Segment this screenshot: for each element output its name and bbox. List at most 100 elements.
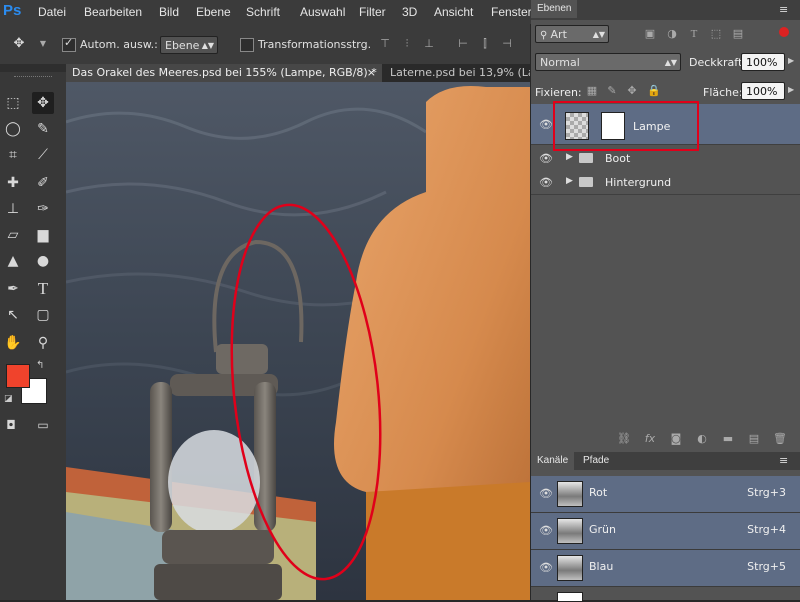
- new-group-icon[interactable]: ▬: [721, 432, 735, 446]
- transform-controls-label: Transformationsstrg.: [258, 38, 372, 51]
- align-vcenter-icon[interactable]: ⫶: [400, 37, 414, 51]
- link-layers-icon[interactable]: ⛓: [617, 432, 631, 446]
- eye-icon[interactable]: 👁: [539, 561, 553, 574]
- lantern-glass: [168, 430, 260, 534]
- eraser-tool-icon[interactable]: ▱: [2, 224, 24, 246]
- eye-icon[interactable]: 👁: [539, 524, 553, 537]
- quick-select-tool-icon[interactable]: ✎: [32, 118, 54, 140]
- panel-menu-icon[interactable]: ≡: [779, 3, 788, 16]
- align-left-icon[interactable]: ⊢: [456, 37, 470, 51]
- fill-input[interactable]: 100%: [741, 82, 785, 100]
- tab-laterne[interactable]: Laterne.psd bei 13,9% (Lam: [384, 64, 530, 82]
- tab-orakel[interactable]: Das Orakel des Meeres.psd bei 155% (Lamp…: [66, 64, 382, 82]
- blend-mode-dropdown[interactable]: Normal ▲▼: [535, 53, 681, 71]
- move-tool-preset-icon[interactable]: ✥: [12, 37, 26, 51]
- menu-datei[interactable]: Datei: [38, 5, 66, 19]
- swap-colors-icon[interactable]: ↰: [36, 360, 44, 371]
- filter-smart-object-icon[interactable]: ▤: [731, 27, 745, 41]
- screen-mode-icon[interactable]: ▭: [32, 414, 54, 436]
- menu-fenster[interactable]: Fenster: [491, 5, 532, 19]
- clone-stamp-tool-icon[interactable]: ⊥: [2, 198, 24, 220]
- lasso-tool-icon[interactable]: ◯: [2, 118, 24, 140]
- path-selection-tool-icon[interactable]: ↖: [2, 304, 24, 326]
- quick-mask-icon[interactable]: ◘: [0, 414, 22, 436]
- tab-kanaele[interactable]: Kanäle: [531, 452, 575, 470]
- lock-position-icon[interactable]: ✥: [625, 84, 639, 98]
- lock-label: Fixieren:: [535, 86, 582, 99]
- menu-filter[interactable]: Filter: [359, 5, 386, 19]
- align-hcenter-icon[interactable]: ⫿: [478, 37, 492, 51]
- layer-hintergrund[interactable]: 👁 ▶ Hintergrund: [531, 170, 800, 194]
- lock-image-icon[interactable]: ✎: [605, 84, 619, 98]
- expand-arrow-icon[interactable]: ▶: [566, 152, 573, 162]
- opacity-arrow-icon[interactable]: ▶: [788, 56, 794, 65]
- tab-pfade[interactable]: Pfade: [577, 452, 615, 470]
- opacity-input[interactable]: 100%: [741, 53, 785, 71]
- tab-ebenen[interactable]: Ebenen: [531, 0, 578, 18]
- marquee-tool-icon[interactable]: ⬚: [2, 92, 24, 114]
- channel-name: Rot: [589, 486, 608, 499]
- new-layer-icon[interactable]: ▤: [747, 432, 761, 446]
- eye-icon[interactable]: 👁: [539, 152, 553, 165]
- menu-ansicht[interactable]: Ansicht: [434, 5, 473, 19]
- channel-rot[interactable]: 👁 Rot Strg+3: [531, 476, 800, 513]
- menu-bearbeiten[interactable]: Bearbeiten: [84, 5, 142, 19]
- zoom-tool-icon[interactable]: ⚲: [32, 332, 54, 354]
- document-canvas[interactable]: [66, 82, 530, 600]
- align-top-icon[interactable]: ⊤: [378, 37, 392, 51]
- channel-blau[interactable]: 👁 Blau Strg+5: [531, 550, 800, 587]
- transform-controls-checkbox[interactable]: [240, 38, 254, 52]
- filter-type-icon[interactable]: T: [687, 27, 701, 41]
- chevron-down-icon[interactable]: ▼: [36, 37, 50, 51]
- channels-panel: Kanäle Pfade ≡ 👁 Rot Strg+3 👁 Grün Strg+…: [531, 452, 800, 602]
- gradient-tool-icon[interactable]: ▆: [32, 224, 54, 246]
- auto-select-dropdown[interactable]: Ebene ▲▼: [160, 36, 218, 54]
- lock-transparent-icon[interactable]: ▦: [585, 84, 599, 98]
- menu-schrift[interactable]: Schrift: [246, 5, 280, 19]
- opacity-label: Deckkraft:: [689, 56, 746, 69]
- blur-tool-icon[interactable]: ▲: [2, 250, 24, 272]
- expand-arrow-icon[interactable]: ▶: [566, 176, 573, 186]
- eyedropper-tool-icon[interactable]: ⟋: [32, 144, 54, 166]
- trash-icon[interactable]: 🗑: [773, 432, 787, 446]
- brush-tool-icon[interactable]: ✐: [32, 172, 54, 194]
- hand-tool-icon[interactable]: ✋: [2, 332, 24, 354]
- filter-toggle-icon[interactable]: [779, 27, 789, 37]
- add-mask-icon[interactable]: ◙: [669, 432, 683, 446]
- fill-arrow-icon[interactable]: ▶: [788, 85, 794, 94]
- default-colors-icon[interactable]: ◪: [4, 394, 13, 404]
- menu-ebene[interactable]: Ebene: [196, 5, 231, 19]
- layer-boot[interactable]: 👁 ▶ Boot: [531, 146, 800, 170]
- type-tool-icon[interactable]: T: [32, 278, 54, 300]
- channel-thumbnail: [557, 481, 583, 507]
- healing-brush-tool-icon[interactable]: ✚: [2, 172, 24, 194]
- filter-adjustment-icon[interactable]: ◑: [665, 27, 679, 41]
- dodge-tool-icon[interactable]: ●: [32, 250, 54, 272]
- folder-icon: [579, 177, 593, 187]
- align-bottom-icon[interactable]: ⊥: [422, 37, 436, 51]
- close-tab-icon[interactable]: ×: [367, 64, 376, 82]
- eye-icon[interactable]: 👁: [539, 487, 553, 500]
- history-brush-tool-icon[interactable]: ✑: [32, 198, 54, 220]
- channel-gruen[interactable]: 👁 Grün Strg+4: [531, 513, 800, 550]
- adjustment-layer-icon[interactable]: ◐: [695, 432, 709, 446]
- shape-tool-icon[interactable]: ▢: [32, 304, 54, 326]
- pen-tool-icon[interactable]: ✒: [2, 278, 24, 300]
- fx-icon[interactable]: fx: [643, 432, 657, 446]
- lock-all-icon[interactable]: 🔒: [647, 84, 661, 98]
- panel-menu-icon[interactable]: ≡: [779, 454, 788, 467]
- filter-pixel-icon[interactable]: ▣: [643, 27, 657, 41]
- move-tool-icon[interactable]: ✥: [32, 92, 54, 114]
- menu-3d[interactable]: 3D: [402, 5, 417, 19]
- auto-select-checkbox[interactable]: [62, 36, 76, 52]
- layer-filter-dropdown[interactable]: ⚲ Art ▲▼: [535, 25, 609, 43]
- foreground-color-swatch[interactable]: [6, 364, 30, 388]
- eye-icon[interactable]: 👁: [539, 118, 553, 131]
- eye-icon[interactable]: 👁: [539, 176, 553, 189]
- align-right-icon[interactable]: ⊣: [500, 37, 514, 51]
- lantern-tank: [154, 564, 282, 600]
- menu-auswahl[interactable]: Auswahl: [300, 5, 345, 19]
- crop-tool-icon[interactable]: ⌗: [2, 144, 24, 166]
- filter-shape-icon[interactable]: ⬚: [709, 27, 723, 41]
- menu-bild[interactable]: Bild: [159, 5, 179, 19]
